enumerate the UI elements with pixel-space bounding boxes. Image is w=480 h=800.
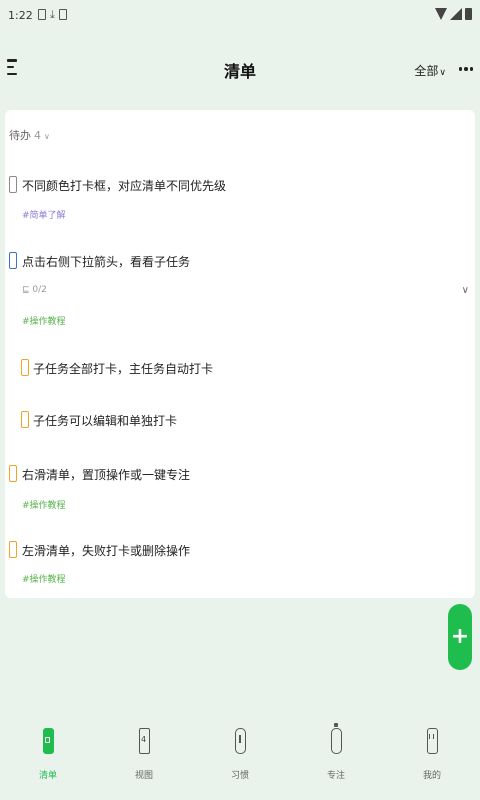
filter-label: 全部 xyxy=(414,64,439,78)
nav-item-mine[interactable]: 我的 xyxy=(402,728,462,781)
image-notification-icon xyxy=(38,9,46,20)
battery-icon xyxy=(465,8,472,20)
subtask-checkbox[interactable] xyxy=(21,359,29,376)
more-options-icon[interactable] xyxy=(458,67,473,71)
add-task-button[interactable]: + xyxy=(448,604,472,670)
task-title: 点击右侧下拉箭头，看看子任务 xyxy=(22,255,191,269)
subtask-title: 子任务全部打卡，主任务自动打卡 xyxy=(33,362,214,376)
expand-subtasks-icon[interactable]: ∨ xyxy=(462,285,469,296)
system-icons xyxy=(435,8,472,20)
calendar-icon: 4 xyxy=(138,728,150,754)
nav-item-checklist[interactable]: 清单 xyxy=(18,728,78,781)
task-tag[interactable]: #操作教程 xyxy=(22,572,66,585)
nav-item-habit[interactable]: 习惯 xyxy=(210,728,270,781)
nav-label: 清单 xyxy=(38,771,57,781)
task-checkbox[interactable] xyxy=(9,541,17,558)
subtask-checkbox[interactable] xyxy=(21,411,29,428)
filter-dropdown[interactable]: 全部∨ xyxy=(414,62,446,79)
task-item[interactable]: 左滑清单，失败打卡或删除操作 #操作教程 xyxy=(5,540,475,600)
chevron-down-icon: ∨ xyxy=(439,68,446,78)
task-item[interactable]: 右滑清单，置顶操作或一键专注 #操作教程 xyxy=(5,464,475,524)
nav-label: 视图 xyxy=(134,771,153,781)
status-time: 1:22 xyxy=(8,9,33,22)
wifi-icon xyxy=(435,8,447,20)
page-title: 清单 xyxy=(223,62,256,81)
task-checkbox[interactable] xyxy=(9,176,17,193)
task-checkbox[interactable] xyxy=(9,465,17,482)
subtask-count: 0/2 xyxy=(32,285,47,295)
subtask-item[interactable]: 子任务全部打卡，主任务自动打卡 xyxy=(5,358,475,388)
chevron-down-icon: ∨ xyxy=(44,132,50,141)
notification-icons: ⤓ xyxy=(38,9,67,20)
task-tag[interactable]: #操作教程 xyxy=(22,314,66,327)
task-item[interactable]: 不同颜色打卡框，对应清单不同优先级 #简单了解 xyxy=(5,174,475,234)
status-bar: 1:22 ⤓ xyxy=(0,0,480,34)
task-checkbox[interactable] xyxy=(9,252,17,269)
nav-label: 习惯 xyxy=(230,771,249,781)
sd-card-icon xyxy=(58,9,67,20)
subtask-title: 子任务可以编辑和单独打卡 xyxy=(33,414,178,428)
task-item[interactable]: 点击右侧下拉箭头，看看子任务 ⊑ 0/2 ∨ #操作教程 xyxy=(5,250,475,330)
profile-icon xyxy=(426,728,438,754)
download-icon: ⤓ xyxy=(50,8,55,21)
signal-icon xyxy=(450,8,462,20)
nav-item-focus[interactable]: 专注 xyxy=(306,723,366,781)
section-header-todo[interactable]: 待办 4 ∨ xyxy=(9,127,50,143)
bottom-navigation: 清单 4 视图 习惯 专注 我的 xyxy=(0,723,480,788)
clock-icon xyxy=(234,728,246,754)
nav-item-view[interactable]: 4 视图 xyxy=(114,728,174,781)
task-title: 左滑清单，失败打卡或删除操作 xyxy=(22,544,191,558)
task-list-card: 待办 4 ∨ 不同颜色打卡框，对应清单不同优先级 #简单了解 点击右侧下拉箭头，看看… xyxy=(5,110,475,598)
subtask-progress: ⊑ 0/2 xyxy=(22,285,47,295)
task-title: 不同颜色打卡框，对应清单不同优先级 xyxy=(22,179,227,193)
section-count: 4 xyxy=(34,129,41,142)
timer-icon xyxy=(330,723,342,754)
nav-label: 专注 xyxy=(326,771,345,781)
task-tag[interactable]: #简单了解 xyxy=(22,208,66,221)
app-bar: 清单 全部∨ xyxy=(0,50,480,90)
checklist-icon xyxy=(42,728,54,754)
subtask-item[interactable]: 子任务可以编辑和单独打卡 xyxy=(5,410,475,440)
subtask-icon: ⊑ xyxy=(22,285,30,295)
task-title: 右滑清单，置顶操作或一键专注 xyxy=(22,468,191,482)
nav-label: 我的 xyxy=(422,771,441,781)
section-title: 待办 xyxy=(9,129,31,142)
task-tag[interactable]: #操作教程 xyxy=(22,498,66,511)
calendar-day: 4 xyxy=(140,735,147,744)
